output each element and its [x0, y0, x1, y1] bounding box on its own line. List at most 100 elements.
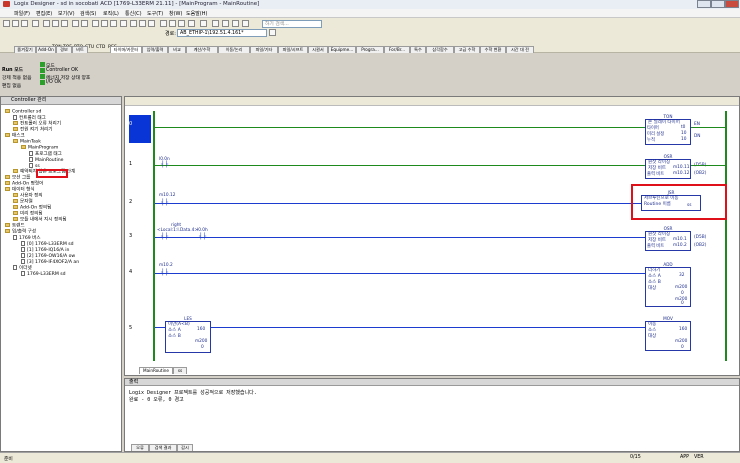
osr-2-output: m10.2 — [673, 243, 687, 248]
run-led-icon — [40, 62, 45, 67]
tab-search-results[interactable]: 검색 결과 — [149, 444, 177, 451]
test-icon[interactable] — [148, 20, 155, 27]
copy-icon[interactable] — [52, 20, 59, 27]
tab-io[interactable]: 입력/출력 — [142, 46, 168, 53]
rung-number-3: 3 — [129, 233, 133, 239]
tab-bit[interactable]: 비트 — [72, 46, 88, 53]
menu-logic[interactable]: 로직(L) — [103, 10, 119, 17]
document-icon — [21, 259, 25, 264]
tab-file-misc[interactable]: 파일/기타 — [250, 46, 278, 53]
tree-item[interactable]: 1769-L33ERM sd — [21, 271, 66, 278]
verify-icon[interactable] — [92, 20, 99, 27]
new-icon[interactable] — [3, 20, 10, 27]
tab-addon[interactable]: Add-On — [36, 46, 56, 53]
zoom-out-icon[interactable] — [222, 20, 229, 27]
tab-trig[interactable]: 삼각함수 — [426, 46, 454, 53]
osr-1-output: m10.12 — [673, 171, 690, 176]
rslinx-icon[interactable] — [160, 20, 167, 27]
maximize-button[interactable] — [711, 0, 725, 8]
undo-icon[interactable] — [72, 20, 79, 27]
tab-move-logic[interactable]: 이동/논리 — [218, 46, 250, 53]
ladder-toolbar — [125, 97, 739, 106]
upload-icon[interactable] — [120, 20, 127, 27]
path-browse-icon[interactable] — [269, 29, 276, 36]
menu-help[interactable]: 도움말(H) — [186, 10, 207, 17]
tab-special[interactable]: 특수 — [410, 46, 426, 53]
menu-edit[interactable]: 편집(E) — [36, 10, 52, 17]
folder-icon — [13, 199, 18, 203]
open-icon[interactable] — [12, 20, 19, 27]
rung-1-contact[interactable]: ┤ ├ — [161, 161, 168, 168]
document-icon — [29, 163, 33, 168]
properties-icon[interactable] — [178, 20, 185, 27]
menu-comm[interactable]: 통신(C) — [125, 10, 142, 17]
run-icon[interactable] — [130, 20, 137, 27]
mov-dest: m200 — [675, 339, 688, 344]
watch-icon[interactable] — [200, 20, 207, 27]
organizer-icon[interactable] — [188, 20, 195, 27]
zoom-fit-icon[interactable] — [232, 20, 239, 27]
tab-forbreak[interactable]: For/Br... — [384, 46, 410, 53]
tab-file-shift[interactable]: 파일/시프트 — [278, 46, 308, 53]
online-icon[interactable] — [101, 20, 108, 27]
path-field[interactable]: AB_ETHIP-1\192.51.4.161* — [177, 29, 267, 37]
les-source-b-value: 0 — [201, 345, 204, 350]
tab-alarm[interactable]: 경보 — [56, 46, 72, 53]
rung-2-contact-tag: m10.12 — [159, 193, 176, 198]
add-source-a: 32 — [679, 273, 685, 278]
rung-3-contact-2[interactable]: ┤ ├ — [199, 233, 206, 240]
print-icon[interactable] — [32, 20, 39, 27]
tab-compute[interactable]: 계산/수학 — [186, 46, 218, 53]
tree-item-label: [3] 1769-IF4XOF2/A an — [27, 260, 80, 265]
tab-program[interactable]: Progra... — [356, 46, 384, 53]
folder-icon — [13, 169, 18, 173]
paste-icon[interactable] — [61, 20, 68, 27]
folder-icon — [5, 133, 10, 137]
tab-errors[interactable]: 오류 — [131, 444, 149, 451]
tab-mainroutine[interactable]: MainRoutine — [139, 367, 173, 374]
tab-watch[interactable]: 감시 — [177, 444, 193, 451]
edits-label: 편집 없음 — [2, 84, 22, 89]
tab-equipment[interactable]: Equipme... — [328, 46, 356, 53]
tab-math-conv[interactable]: 수학 변환 — [480, 46, 506, 53]
program-icon[interactable] — [139, 20, 146, 27]
les-block[interactable]: LES 미만(A<B) 소스 A 소스 B — [165, 316, 211, 353]
folder-icon — [5, 223, 10, 227]
save-icon[interactable] — [21, 20, 28, 27]
tab-adv-math[interactable]: 고급 수학 — [454, 46, 480, 53]
menu-window[interactable]: 창(W) — [169, 10, 182, 17]
osr-2-storage: m10.1 — [673, 237, 687, 242]
download-icon[interactable] — [110, 20, 117, 27]
menu-search[interactable]: 검색(S) — [80, 10, 96, 17]
menu-file[interactable]: 파일(F) — [14, 10, 30, 17]
rung-1-out-wire — [691, 165, 725, 166]
find-icon[interactable] — [242, 20, 249, 27]
osr-1-q2: (OB2) — [694, 171, 707, 176]
redo-icon[interactable] — [81, 20, 88, 27]
tab-timer-counter[interactable]: 타이머/카운터 — [110, 46, 142, 53]
document-icon — [21, 253, 25, 258]
rung-3-contact-1[interactable]: ┤ ├ — [161, 233, 168, 240]
menu-tools[interactable]: 도구(T) — [147, 10, 163, 17]
rung-2-contact[interactable]: ┤ ├ — [161, 199, 168, 206]
tab-sequencer[interactable]: 시퀀서 — [308, 46, 328, 53]
who-active-icon[interactable] — [169, 20, 176, 27]
mov-block[interactable]: MOV 이동 소스 대상 — [645, 316, 691, 351]
minimize-button[interactable] — [697, 0, 711, 8]
search-input[interactable]: 하기 검색... — [262, 20, 322, 28]
tree-item-label: 태스크 — [12, 133, 25, 139]
rung-4-contact[interactable]: ┤ ├ — [161, 269, 168, 276]
zoom-in-icon[interactable] — [212, 20, 219, 27]
tab-time[interactable]: 시간 대 전 — [506, 46, 534, 53]
tab-ss[interactable]: ss — [173, 367, 187, 374]
close-button[interactable] — [725, 0, 739, 8]
cut-icon[interactable] — [43, 20, 50, 27]
output-window: 출력 Logix Designer 프로젝트를 성공적으로 저장했습니다. 완료… — [124, 378, 740, 452]
add-source-b-value: 0 — [681, 291, 684, 296]
menu-view[interactable]: 보기(V) — [58, 10, 75, 17]
tab-compare[interactable]: 비교 — [168, 46, 186, 53]
forces-label: 강제 적용 없음 — [2, 76, 32, 81]
tab-favorites[interactable]: 즐겨찾기 — [14, 46, 36, 53]
menu-bar: 파일(F) 편집(E) 보기(V) 검색(S) 로직(L) 통신(C) 도구(T… — [0, 9, 740, 18]
rung-number-0: 0 — [129, 121, 133, 127]
